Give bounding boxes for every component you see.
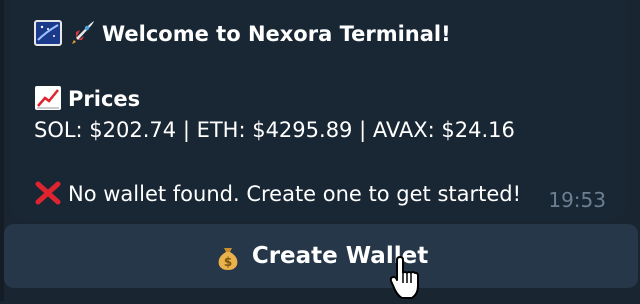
wallet-notice: No wallet found. Create one to get start… [68,182,522,206]
message-time: 19:53 [548,188,606,212]
svg-text:$: $ [224,255,232,269]
create-wallet-button[interactable]: $ Create Wallet [4,224,638,288]
chart-increasing-icon [34,85,62,111]
cross-mark-icon [34,180,62,206]
prices-line: SOL: $202.74 | ETH: $4295.89 | AVAX: $24… [34,118,515,142]
wallet-notice-line: No wallet found. Create one to get start… [34,180,521,207]
prices-heading-line: Prices [34,85,140,112]
prices-heading: Prices [68,87,141,111]
welcome-title: Welcome to Nexora Terminal! [102,22,451,46]
money-bag-icon: $ [214,243,242,270]
night-sky-icon [34,20,62,46]
hand-pointer-cursor-icon [388,256,424,300]
rocket-icon [68,20,96,46]
welcome-line: Welcome to Nexora Terminal! [34,20,451,47]
message-bubble: Welcome to Nexora Terminal! Prices SOL: … [10,0,626,220]
